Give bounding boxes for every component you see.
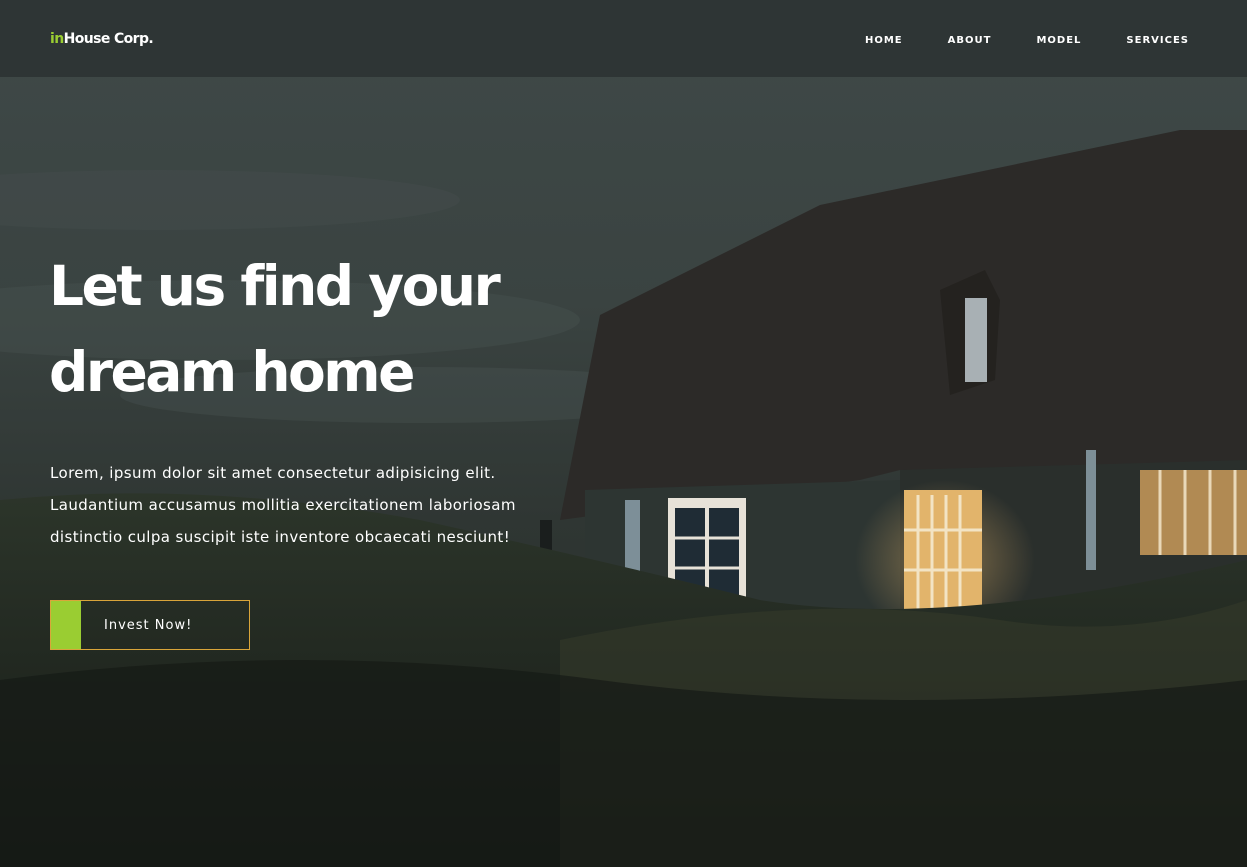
hero-section: inHouse Corp. HOME ABOUT MODEL SERVICES … <box>0 0 1247 867</box>
nav-link-home[interactable]: HOME <box>865 35 903 46</box>
nav-link-services[interactable]: SERVICES <box>1126 35 1189 46</box>
hero-headline: Let us find your dream home <box>49 243 609 415</box>
hero-description: Lorem, ipsum dolor sit amet consectetur … <box>50 457 610 553</box>
invest-now-button-accent <box>51 601 81 649</box>
brand-logo[interactable]: inHouse Corp. <box>50 31 154 47</box>
top-navbar: inHouse Corp. HOME ABOUT MODEL SERVICES <box>0 0 1247 77</box>
nav-link-model[interactable]: MODEL <box>1036 35 1081 46</box>
hero-headline-line-2: dream home <box>49 340 415 404</box>
invest-now-button-label: Invest Now! <box>104 617 193 633</box>
hero-description-line-3: distinctio culpa suscipit iste inventore… <box>50 528 511 546</box>
brand-logo-name: House Corp. <box>63 31 154 47</box>
hero-description-line-1: Lorem, ipsum dolor sit amet consectetur … <box>50 464 496 482</box>
hero-description-line-2: Laudantium accusamus mollitia exercitati… <box>50 496 516 514</box>
nav-links: HOME ABOUT MODEL SERVICES <box>820 35 1189 46</box>
hero-headline-line-1: Let us find your <box>49 254 501 318</box>
nav-link-about[interactable]: ABOUT <box>948 35 992 46</box>
invest-now-button[interactable]: Invest Now! <box>50 600 250 650</box>
brand-logo-prefix: in <box>50 31 64 47</box>
hero-background-image <box>0 0 1247 867</box>
